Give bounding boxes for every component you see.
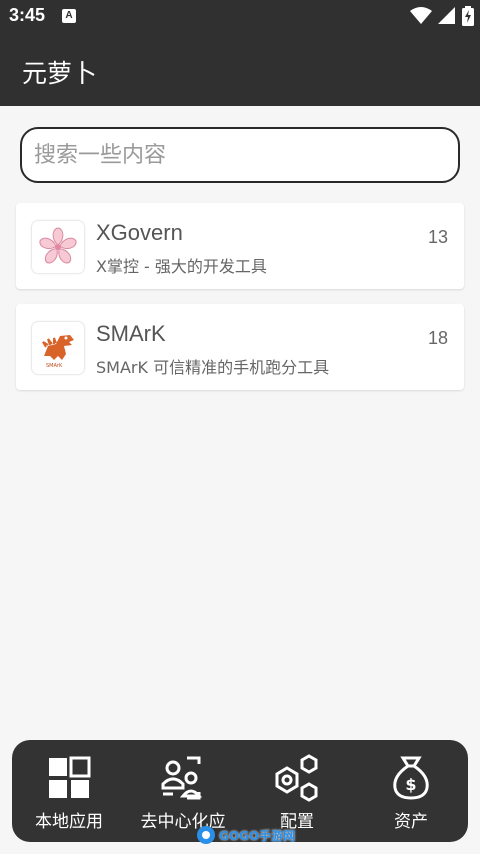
- search-box[interactable]: [20, 127, 460, 183]
- dinosaur-icon: SMArK: [32, 322, 84, 374]
- page-title: 元萝卜: [22, 59, 98, 88]
- app-name: SMArK: [96, 321, 166, 346]
- app-count: 13: [427, 227, 448, 247]
- app-name: XGovern: [96, 220, 183, 245]
- nav-label: 资产: [394, 812, 428, 832]
- cell-signal-icon: [438, 7, 455, 24]
- nav-local-apps[interactable]: 本地应用: [12, 740, 126, 842]
- svg-text:$: $: [405, 775, 416, 794]
- watermark: GOGO手游网: [196, 824, 295, 846]
- status-bar: 3:45 A: [0, 0, 480, 34]
- nav-label: 本地应用: [35, 812, 103, 832]
- app-card-smark[interactable]: SMArK SMArK SMArK 可信精准的手机跑分工具 18: [16, 304, 464, 390]
- app-count: 18: [427, 328, 448, 348]
- wifi-icon: [410, 7, 432, 24]
- decentralized-users-icon: [161, 756, 203, 800]
- watermark-text: GOGO手游网: [219, 828, 296, 843]
- search-input[interactable]: [22, 129, 458, 181]
- app-card-xgovern[interactable]: XGovern X掌控 - 强大的开发工具 13: [16, 203, 464, 289]
- money-bag-icon: $: [393, 756, 429, 800]
- battery-charging-icon: [462, 6, 474, 26]
- notification-badge: A: [62, 9, 76, 23]
- app-description: X掌控 - 强大的开发工具: [96, 257, 267, 276]
- grid-apps-icon: [49, 756, 91, 798]
- nav-assets[interactable]: $ 资产: [354, 740, 468, 842]
- sakura-flower-icon: [32, 221, 84, 273]
- hexagon-nodes-icon: [275, 754, 318, 802]
- svg-text:SMArK: SMArK: [46, 363, 63, 369]
- app-header: 3:45 A 元萝卜: [0, 0, 480, 106]
- gogo-logo-icon: [197, 826, 215, 844]
- app-description: SMArK 可信精准的手机跑分工具: [96, 358, 330, 377]
- status-time: 3:45: [9, 5, 46, 25]
- status-icons: [410, 6, 474, 26]
